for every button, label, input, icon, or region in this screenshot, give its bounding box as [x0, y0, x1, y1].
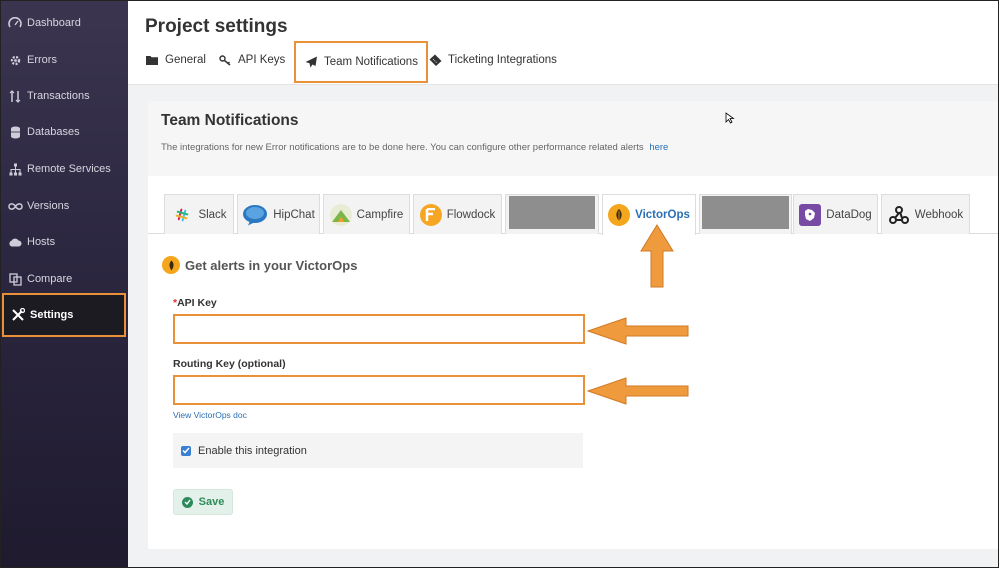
sitemap-icon [7, 161, 23, 177]
card-title: Team Notifications [161, 112, 299, 129]
sidebar-item-databases[interactable]: Databases [1, 114, 128, 150]
sidebar-item-hosts[interactable]: Hosts [1, 224, 128, 260]
integration-tab-redacted-2[interactable] [699, 194, 792, 234]
sidebar-item-errors[interactable]: Errors [1, 42, 128, 78]
sidebar-item-transactions[interactable]: Transactions [1, 78, 128, 114]
webhook-icon [888, 204, 910, 226]
mouse-cursor-icon [725, 112, 735, 124]
enable-integration-checkbox[interactable] [181, 445, 191, 456]
annotation-arrow-left-api-key [586, 317, 689, 345]
sidebar-item-settings[interactable]: Settings [2, 293, 126, 337]
integration-tab-datadog[interactable]: DataDog [793, 194, 878, 234]
integration-tab-slack[interactable]: Slack [164, 194, 234, 234]
sidebar: Dashboard Errors Transactions Databases … [1, 1, 128, 567]
gear-bug-icon [7, 52, 23, 68]
flowdock-icon [419, 203, 442, 226]
victorops-icon [608, 204, 631, 226]
view-victorops-doc-link[interactable]: View VictorOps doc [173, 410, 247, 420]
annotation-arrow-up [640, 224, 674, 288]
redacted-block [702, 196, 789, 229]
key-icon [218, 53, 232, 67]
integration-tab-campfire[interactable]: Campfire [323, 194, 410, 234]
paper-plane-icon [304, 55, 318, 69]
description-text: The integrations for new Error notificat… [161, 142, 644, 153]
routing-key-label: Routing Key (optional) [173, 358, 286, 370]
sidebar-item-label: Dashboard [27, 17, 81, 29]
integration-tab-webhook[interactable]: Webhook [881, 194, 970, 234]
integration-label: Campfire [356, 208, 404, 221]
datadog-icon [799, 203, 822, 226]
sidebar-item-versions[interactable]: Versions [1, 188, 128, 224]
tab-label: API Keys [238, 54, 286, 66]
tab-api-keys[interactable]: API Keys [218, 53, 285, 67]
form-heading-text: Get alerts in your VictorOps [185, 257, 358, 273]
save-label: Save [198, 496, 225, 508]
api-key-label: *API Key [173, 297, 217, 309]
integration-label: Webhook [914, 208, 964, 221]
sidebar-item-label: Transactions [27, 90, 90, 102]
routing-key-input[interactable] [173, 375, 585, 405]
form-heading: Get alerts in your VictorOps [162, 256, 357, 274]
database-icon [7, 124, 23, 140]
here-link[interactable]: here [649, 142, 668, 153]
redacted-block [509, 196, 595, 229]
victorops-icon [162, 256, 180, 274]
transactions-icon [7, 88, 23, 104]
slack-icon [171, 204, 193, 226]
tab-general[interactable]: General [145, 53, 206, 67]
integration-label: VictorOps [635, 209, 690, 221]
cloud-icon [7, 234, 23, 250]
gauge-icon [7, 15, 23, 31]
ticket-icon [428, 53, 442, 67]
card-header: Team Notifications The integrations for … [148, 101, 998, 176]
sidebar-item-label: Hosts [27, 236, 56, 248]
sidebar-item-remote-services[interactable]: Remote Services [1, 151, 128, 187]
integration-label: HipChat [273, 208, 315, 221]
page-title: Project settings [145, 16, 288, 37]
save-button[interactable]: Save [173, 489, 233, 515]
integration-tab-flowdock[interactable]: Flowdock [413, 194, 502, 234]
infinity-icon [7, 198, 23, 214]
integration-tab-redacted-1[interactable] [505, 194, 599, 234]
check-circle-icon [181, 496, 193, 508]
annotation-arrow-left-routing-key [586, 377, 689, 405]
sidebar-item-label: Errors [27, 54, 57, 66]
integration-tabs: Slack HipChat Campfire Flowdock VictorOp… [148, 194, 998, 235]
api-key-label-text: API Key [177, 297, 217, 309]
integration-label: Slack [198, 208, 227, 221]
integration-label: Flowdock [446, 208, 496, 221]
folder-icon [145, 53, 159, 67]
tab-label: Team Notifications [324, 56, 418, 68]
sidebar-item-label: Compare [27, 273, 73, 285]
api-key-input[interactable] [173, 314, 585, 344]
sidebar-item-label: Versions [27, 200, 70, 212]
compare-icon [7, 271, 23, 287]
tab-label: Ticketing Integrations [448, 54, 557, 66]
sidebar-item-dashboard[interactable]: Dashboard [1, 5, 128, 41]
sidebar-item-label: Remote Services [27, 163, 111, 175]
sidebar-item-label: Settings [30, 309, 74, 321]
wrench-icon [10, 307, 26, 323]
hipchat-icon [242, 204, 268, 226]
card-description: The integrations for new Error notificat… [161, 142, 668, 153]
campfire-icon [329, 203, 352, 226]
integration-label: DataDog [826, 208, 872, 221]
sidebar-item-label: Databases [27, 126, 80, 138]
enable-integration-label: Enable this integration [198, 444, 307, 457]
enable-integration-row: Enable this integration [173, 433, 583, 468]
app-window: Dashboard Errors Transactions Databases … [0, 0, 999, 568]
main-content: Project settings General API Keys Team N… [128, 1, 998, 567]
tab-ticketing-integrations[interactable]: Ticketing Integrations [428, 53, 557, 67]
tab-team-notifications[interactable]: Team Notifications [294, 41, 428, 83]
tab-label: General [165, 54, 206, 66]
team-notifications-card: Team Notifications The integrations for … [148, 101, 998, 549]
sidebar-item-compare[interactable]: Compare [1, 261, 128, 297]
page-header: Project settings General API Keys Team N… [128, 1, 998, 85]
integration-tab-hipchat[interactable]: HipChat [237, 194, 320, 234]
